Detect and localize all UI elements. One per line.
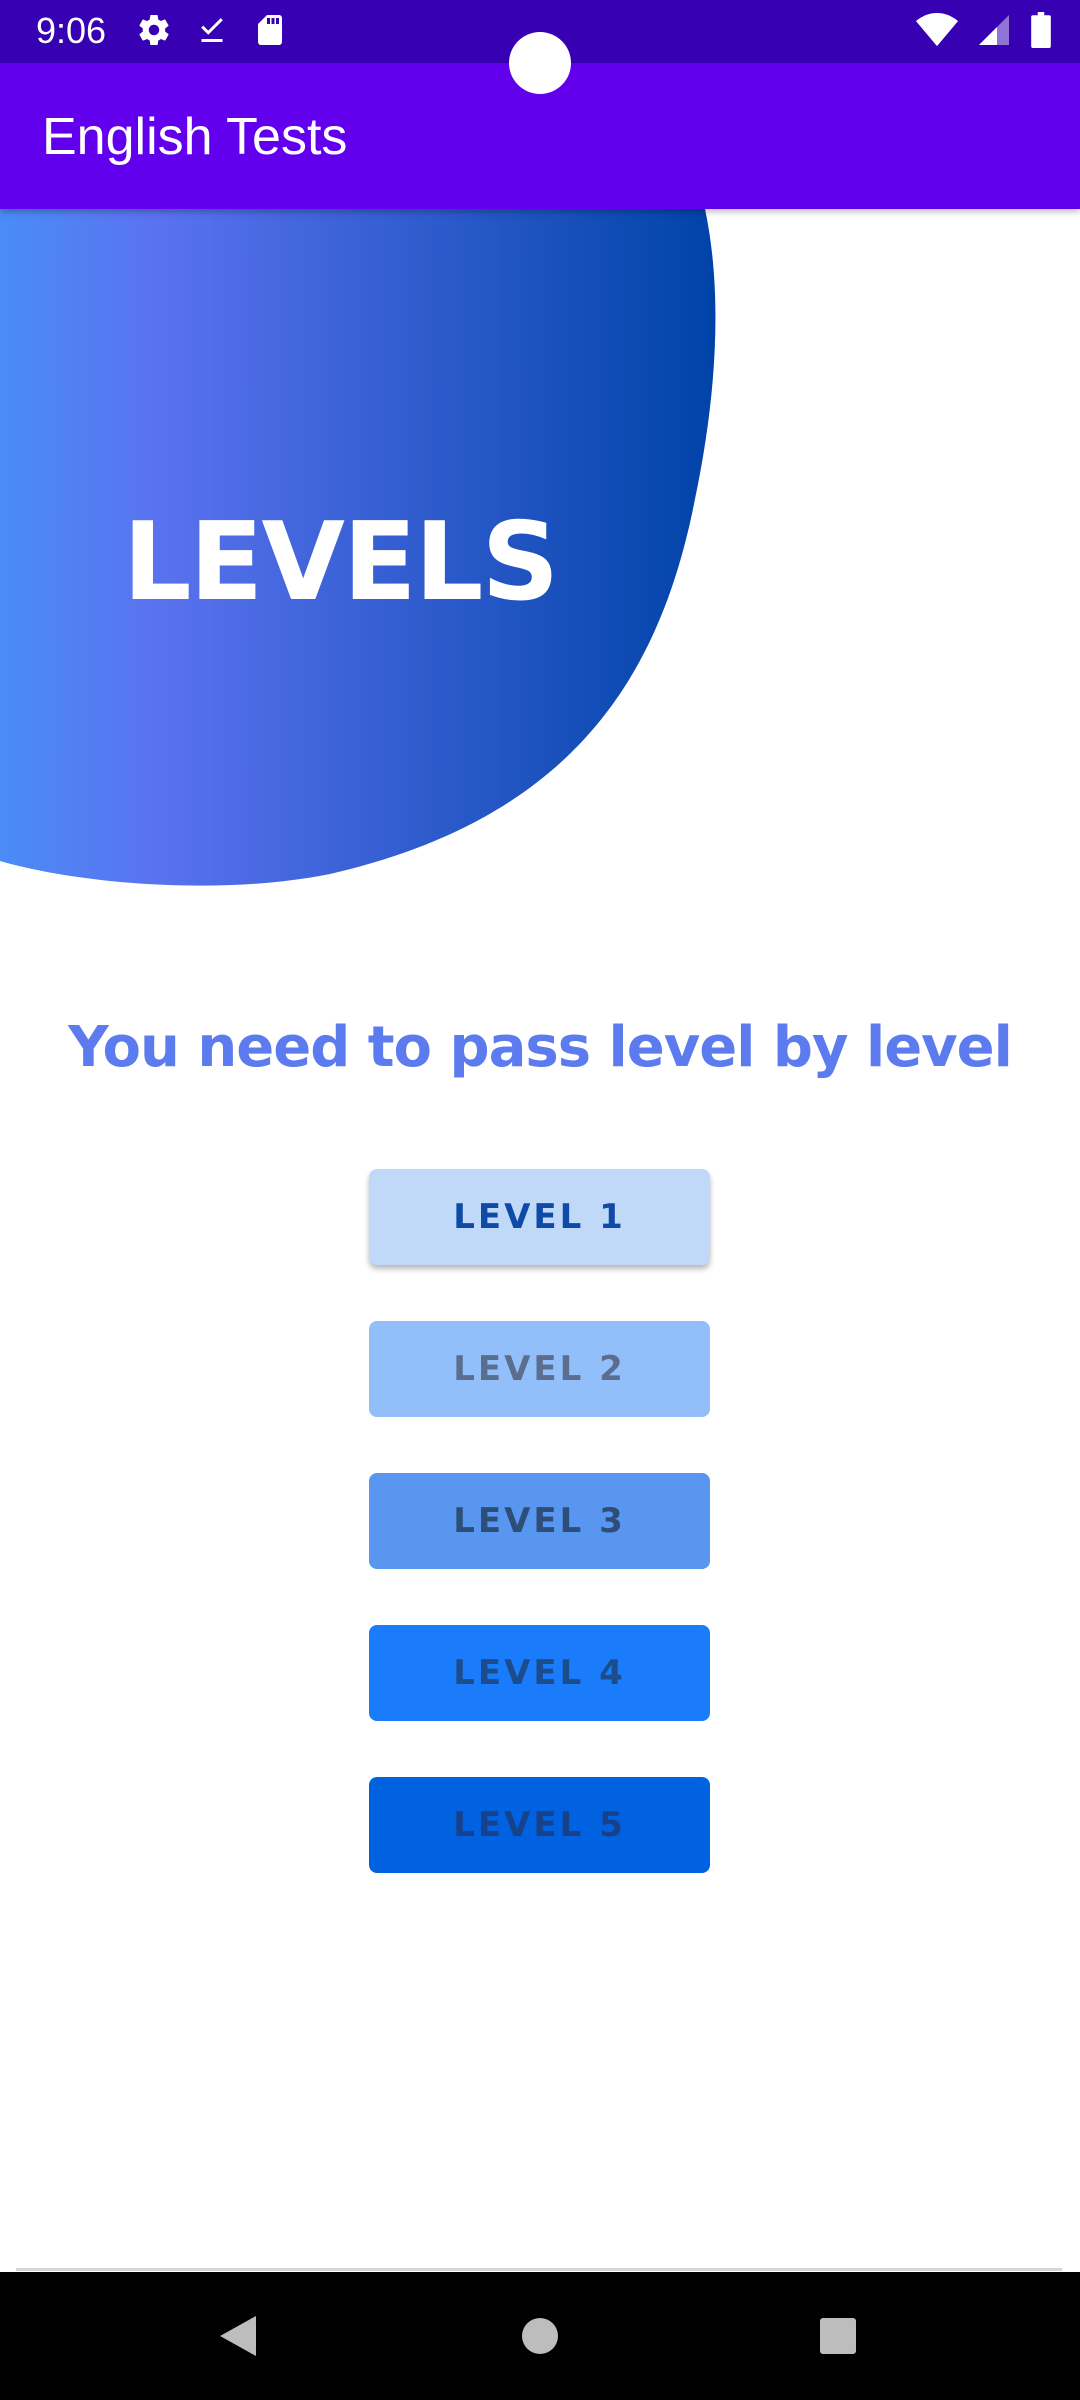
status-icons-left <box>136 12 288 48</box>
screen: 9:06 English Tests LEVELS You need to pa… <box>0 0 1080 2400</box>
home-icon[interactable] <box>520 2316 560 2356</box>
status-icons-right <box>916 12 1052 48</box>
camera-cutout <box>509 32 571 94</box>
settings-gear-icon <box>136 12 172 48</box>
level-5-button[interactable]: LEVEL 5 <box>369 1777 710 1873</box>
battery-icon <box>1030 12 1052 48</box>
back-icon[interactable] <box>216 2312 260 2360</box>
download-done-icon <box>194 12 230 48</box>
level-2-button[interactable]: LEVEL 2 <box>369 1321 710 1417</box>
level-1-button[interactable]: LEVEL 1 <box>369 1169 710 1265</box>
wifi-icon <box>916 12 958 48</box>
status-time: 9:06 <box>36 10 107 51</box>
level-4-button[interactable]: LEVEL 4 <box>369 1625 710 1721</box>
navigation-bar <box>0 2272 1080 2400</box>
recents-icon[interactable] <box>818 2316 858 2356</box>
app-title: English Tests <box>42 108 348 166</box>
cell-signal-icon <box>976 12 1012 48</box>
banner-title: LEVELS <box>122 500 560 625</box>
instruction-text: You need to pass level by level <box>68 1015 1013 1080</box>
bottom-divider <box>16 2268 1062 2271</box>
level-3-button[interactable]: LEVEL 3 <box>369 1473 710 1569</box>
sd-card-icon <box>252 12 288 48</box>
